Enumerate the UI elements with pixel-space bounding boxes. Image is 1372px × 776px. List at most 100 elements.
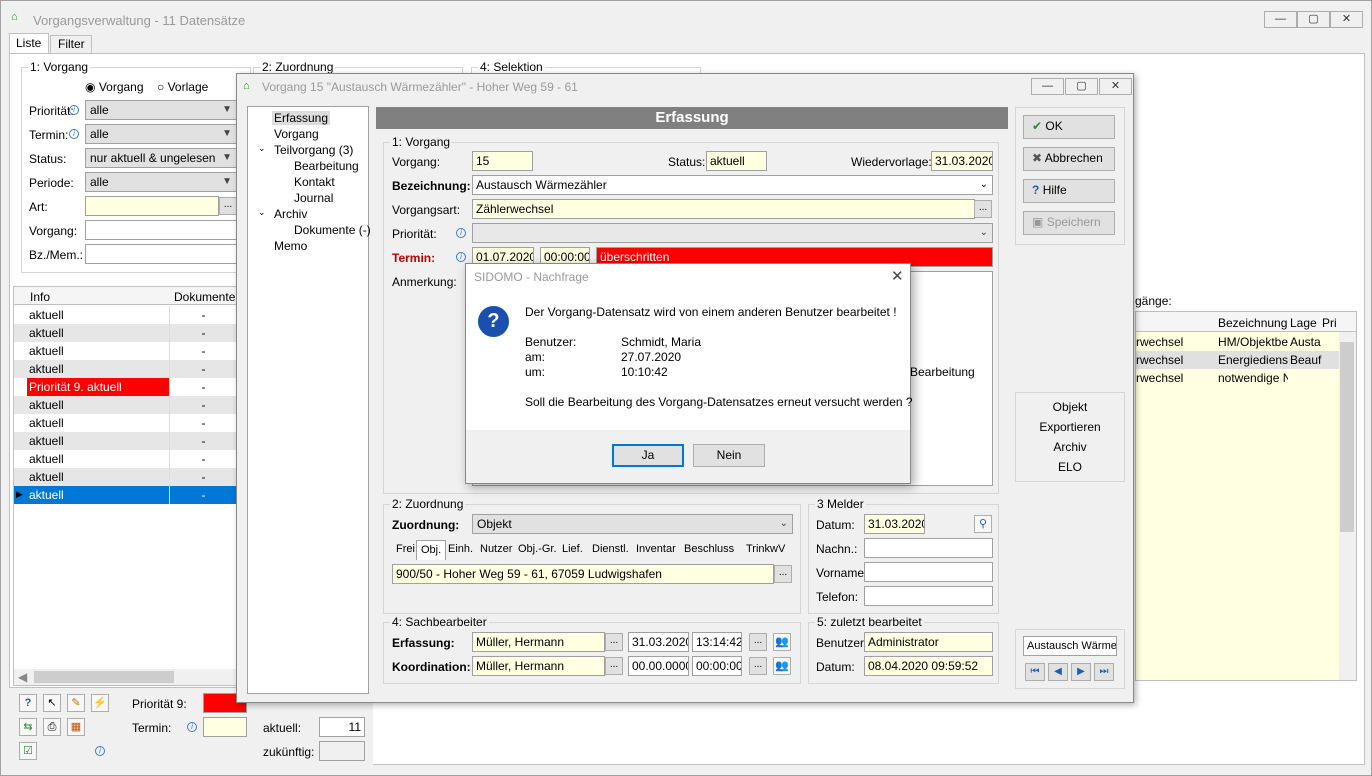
bezeichnung-field[interactable]: Austausch Wärmezähler ⌄ [472,175,993,195]
col-prio[interactable]: Pri [1322,316,1337,330]
close-icon[interactable]: ✕ [891,267,904,285]
minimize-button[interactable]: — [1031,78,1064,95]
tree-journal[interactable]: Journal [294,191,333,205]
tab-einh[interactable]: Einh. [444,540,477,560]
close-button[interactable]: ✕ [1099,78,1132,95]
wiedervorlage-field[interactable]: 31.03.2020 [931,151,993,171]
col-bezeichnung[interactable]: Bezeichnung [1218,316,1287,330]
chevron-down-icon[interactable]: ⌄ [980,178,988,192]
checkbox-icon[interactable]: ☑ [19,742,37,760]
tab-objgr[interactable]: Obj.-Gr. [514,540,561,560]
ok-button[interactable]: ✔ OK [1023,115,1115,139]
erfassung-name[interactable]: Müller, Hermann [472,632,605,652]
tree-archiv[interactable]: Archiv [274,207,307,221]
objekt-field[interactable]: 900/50 - Hoher Weg 59 - 61, 67059 Ludwig… [392,564,774,584]
tree-erfassung[interactable]: Erfassung [272,111,331,125]
table-row[interactable]: aktuell - [14,342,236,360]
tab-beschluss[interactable]: Beschluss [680,540,738,560]
edit-icon[interactable]: ✎ [67,694,85,712]
tree-dokumente[interactable]: Dokumente (-) [294,223,371,237]
tree-teilvorgang[interactable]: Teilvorgang (3) [274,143,353,157]
koordination-browse-button[interactable]: ... [605,657,623,675]
table-row[interactable]: rwechsel Energiedienst Beauf [1136,351,1339,369]
termin-select[interactable]: alle ▼ [85,124,237,144]
status-field[interactable]: aktuell [706,151,767,171]
expand-icon[interactable]: ⌄ [258,207,266,218]
nachname-field[interactable] [864,538,993,558]
table-row[interactable]: aktuell - [14,432,236,450]
tab-obj[interactable]: Obj. [416,540,447,560]
refresh-icon[interactable]: ⇆ [19,718,37,736]
melder-datum-field[interactable]: 31.03.2020 [864,514,925,534]
table-row[interactable]: aktuell - [14,414,236,432]
lightning-icon[interactable]: ⚡ [91,694,109,712]
users-icon[interactable]: 👥 [773,657,791,675]
tree-memo[interactable]: Memo [274,239,307,253]
grid-icon[interactable]: ▦ [67,718,85,736]
h-scrollbar[interactable]: ◀ [14,669,236,685]
help-icon[interactable]: ? [19,694,37,712]
users-icon[interactable]: 👥 [773,633,791,651]
art-input[interactable] [85,196,219,216]
table-row[interactable]: aktuell - [14,306,236,324]
tab-inventar[interactable]: Inventar [632,540,680,560]
table-row[interactable]: aktuell - [14,396,236,414]
col-info[interactable]: Info [30,290,50,304]
koordination-time[interactable]: 00:00:00 [692,656,742,676]
expand-icon[interactable]: ⌄ [258,143,266,154]
table-row[interactable]: aktuell - [14,450,236,468]
radio-vorlage[interactable]: ○ Vorlage [157,80,208,94]
chevron-left-icon[interactable]: ◀ [18,670,27,684]
next-record-icon[interactable]: ▶ [1071,663,1091,681]
prev-record-icon[interactable]: ◀ [1048,663,1068,681]
periode-select[interactable]: alle ▼ [85,172,237,192]
bzmem-input[interactable] [85,244,237,264]
tree-vorgang[interactable]: Vorgang [274,127,319,141]
hilfe-button[interactable]: ? Hilfe [1023,179,1115,203]
table-row[interactable]: rwechsel notwendige N [1136,369,1339,387]
koordination-more-button[interactable]: ... [749,657,767,675]
erfassung-time[interactable]: 13:14:42 [692,632,742,652]
maximize-button[interactable]: ▢ [1297,11,1330,28]
maximize-button[interactable]: ▢ [1065,78,1098,95]
first-record-icon[interactable]: ⏮ [1025,663,1045,681]
erfassung-more-button[interactable]: ... [749,633,767,651]
koordination-name[interactable]: Müller, Hermann [472,656,605,676]
table-row[interactable]: aktuell - [14,360,236,378]
print-icon[interactable]: ⎙ [43,718,61,736]
tab-nutzer[interactable]: Nutzer [476,540,516,560]
table-row[interactable]: rwechsel HM/Objektbe Austa [1136,333,1339,351]
tab-lief[interactable]: Lief. [558,540,587,560]
prio-select[interactable]: alle ▼ [85,100,237,120]
col-lage[interactable]: Lage [1290,316,1317,330]
erfassung-date[interactable]: 31.03.2020 [628,632,689,652]
erfassung-browse-button[interactable]: ... [605,633,623,651]
link-archiv[interactable]: Archiv [1015,440,1125,454]
ja-button[interactable]: Ja [612,444,684,467]
tree-kontakt[interactable]: Kontakt [294,175,335,189]
art-browse-button[interactable]: ... [219,197,237,215]
tree-bearbeitung[interactable]: Bearbeitung [294,159,359,173]
tab-frei[interactable]: Frei [392,540,419,560]
abbrechen-button[interactable]: ✖ Abbrechen [1023,147,1115,171]
table-row[interactable]: Priorität 9. aktuell - [14,378,236,396]
nein-button[interactable]: Nein [693,444,765,467]
vorgang-input[interactable] [85,220,237,240]
table-row[interactable]: aktuell - [14,468,236,486]
vorgang-nr-field[interactable]: 15 [472,151,533,171]
speichern-button[interactable]: ▣ Speichern [1023,211,1115,235]
minimize-button[interactable]: — [1264,11,1297,28]
v-scrollbar[interactable] [1339,332,1356,680]
telefon-field[interactable] [864,586,993,606]
tab-filter[interactable]: Filter [50,35,92,53]
table-row[interactable]: ▶ aktuell - [14,486,236,504]
col-dokumente[interactable]: Dokumente [174,290,235,304]
close-button[interactable]: ✕ [1330,11,1363,28]
link-objekt[interactable]: Objekt [1015,400,1125,414]
link-elo[interactable]: ELO [1015,460,1125,474]
scroll-thumb[interactable] [1340,342,1354,532]
vorname-field[interactable] [864,562,993,582]
prioritaet-select[interactable]: ⌄ [472,223,993,243]
tab-dienstl[interactable]: Dienstl. [588,540,633,560]
binoculars-icon[interactable]: ⚲ [974,515,992,533]
